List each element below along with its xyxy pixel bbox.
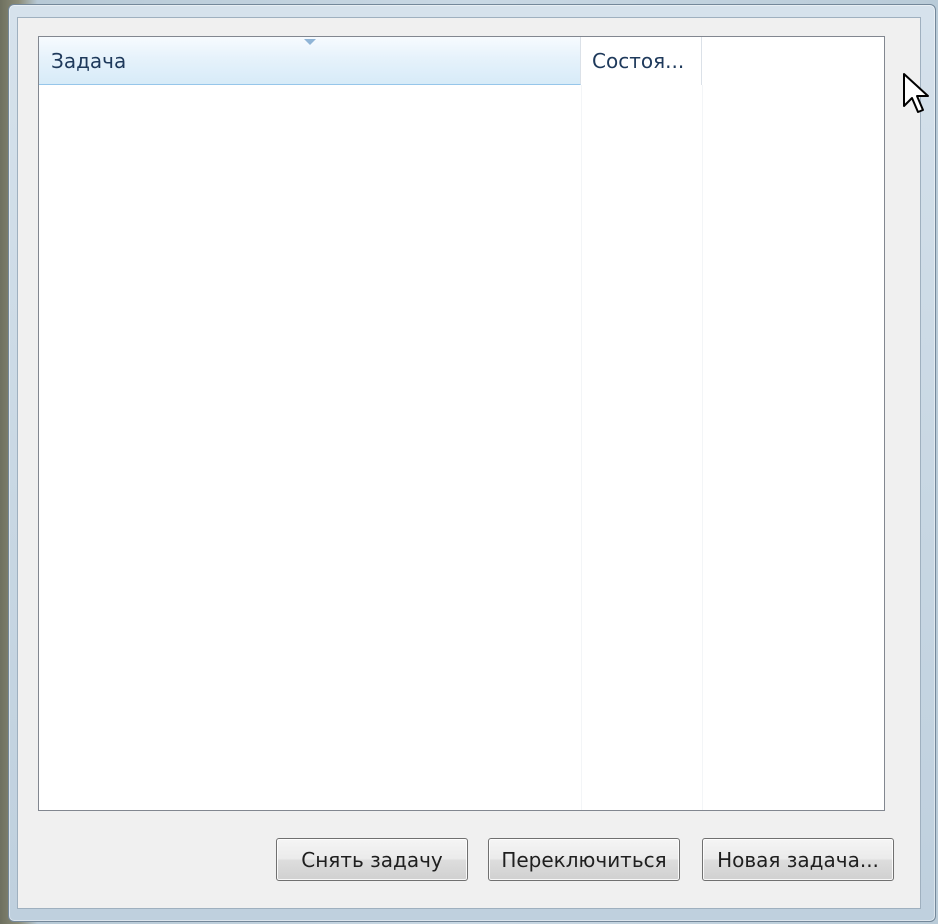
column-header-empty bbox=[702, 37, 880, 85]
switch-to-button[interactable]: Переключиться bbox=[488, 838, 680, 881]
column-divider bbox=[702, 85, 703, 810]
end-task-button[interactable]: Снять задачу bbox=[276, 838, 468, 881]
column-header-status-label: Состоя... bbox=[592, 49, 685, 73]
column-header-status[interactable]: Состоя... bbox=[581, 37, 702, 85]
task-list-body[interactable] bbox=[39, 85, 884, 810]
mouse-pointer-icon bbox=[903, 73, 929, 113]
task-list[interactable]: Задача Состоя... bbox=[38, 36, 885, 811]
column-divider bbox=[581, 85, 582, 810]
list-header: Задача Состоя... bbox=[39, 37, 884, 86]
sort-down-icon bbox=[304, 39, 316, 45]
column-header-task[interactable]: Задача bbox=[39, 37, 581, 85]
column-header-task-label: Задача bbox=[51, 48, 127, 73]
screen: Задача Состоя... Снять задачу Переключит… bbox=[0, 0, 938, 924]
new-task-button[interactable]: Новая задача... bbox=[702, 838, 894, 881]
